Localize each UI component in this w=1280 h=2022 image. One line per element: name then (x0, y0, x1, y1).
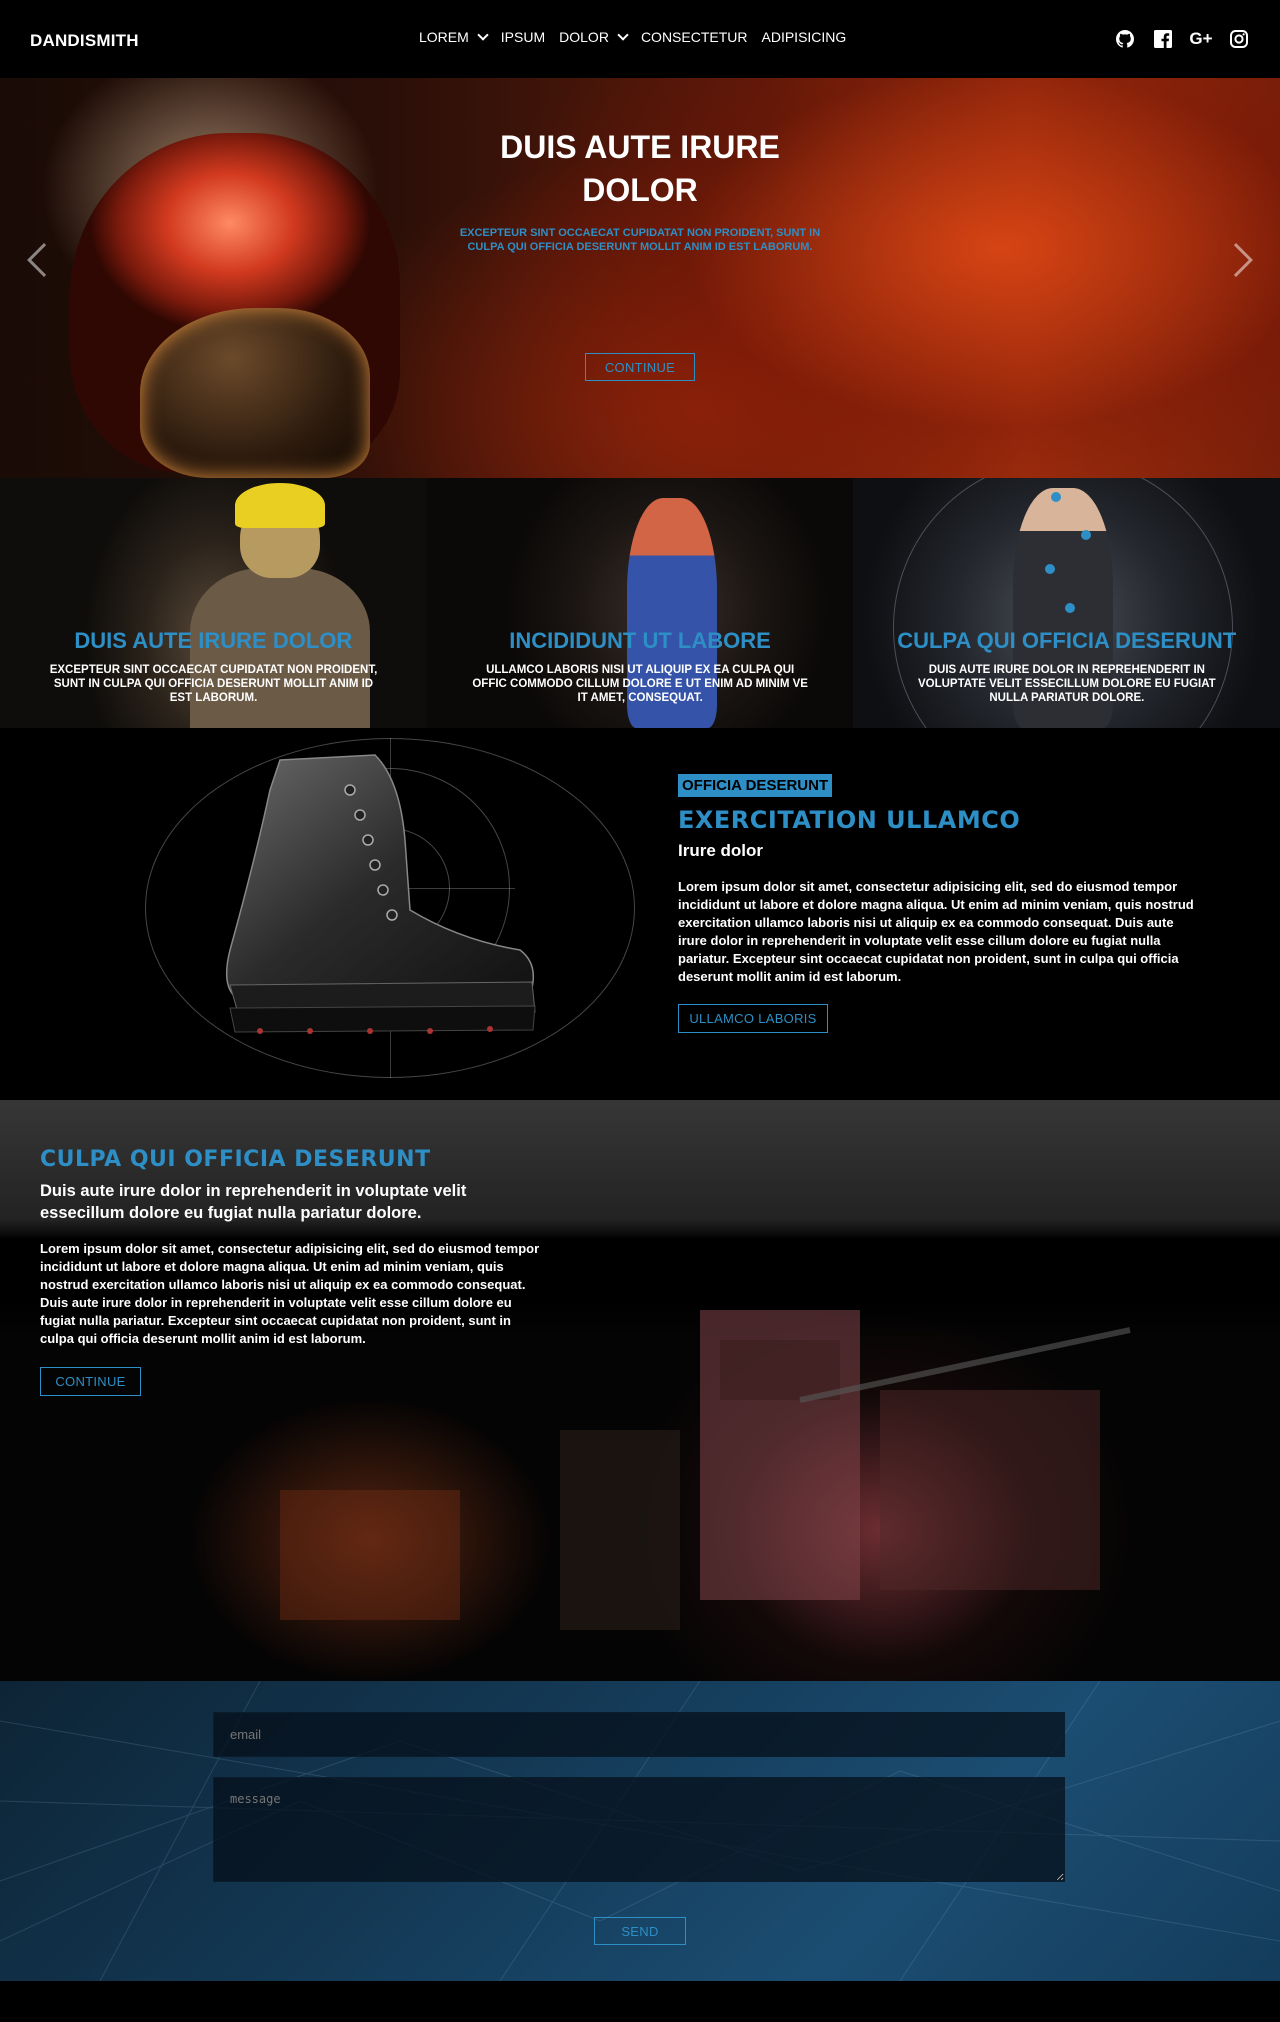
github-icon[interactable] (1114, 28, 1136, 50)
chevron-down-icon (617, 29, 629, 41)
nav-item-adipisicing[interactable]: ADIPISICING (762, 29, 847, 45)
panel-text: EXCEPTEUR SINT OCCAECAT CUPIDATAT NON PR… (49, 664, 378, 704)
panel-title: INCIDIDUNT UT LABORE (509, 628, 771, 653)
nav-item-lorem[interactable]: LOREM (419, 29, 489, 45)
hero-subtitle: EXCEPTEUR SINT OCCAECAT CUPIDATAT NON PR… (459, 227, 821, 253)
product-description: Lorem ipsum dolor sit amet, consectetur … (678, 879, 1194, 984)
hard-hat-image (235, 483, 325, 528)
feature-panels: DUIS AUTE IRURE DOLOR EXCEPTEUR SINT OCC… (0, 478, 1280, 728)
hero-title: DUIS AUTE IRURE DOLOR (500, 129, 780, 208)
main-menu: LOREM IPSUM DOLOR CONSECTETUR ADIPISICIN… (419, 29, 846, 45)
navbar: DANDISMITH LOREM IPSUM DOLOR CONSECTETUR… (0, 0, 1280, 78)
brand-logo[interactable]: DANDISMITH (30, 31, 139, 51)
instagram-icon[interactable] (1228, 28, 1250, 50)
safety-boot-image (225, 754, 536, 1034)
footer (0, 1981, 1280, 2022)
nav-item-label: CONSECTETUR (640, 29, 748, 45)
nav-item-label: ADIPISICING (761, 29, 847, 45)
feature-title: CULPA QUI OFFICIA DESERUNT (40, 1147, 431, 1172)
panel-1[interactable]: DUIS AUTE IRURE DOLOR EXCEPTEUR SINT OCC… (0, 478, 427, 728)
product-subtitle: Irure dolor (678, 841, 764, 860)
panel-text: DUIS AUTE IRURE DOLOR IN REPREHENDERIT I… (917, 664, 1216, 704)
product-tag: OFFICIA DESERUNT (678, 774, 833, 797)
panel-text: ULLAMCO LABORIS NISI UT ALIQUIP EX EA CU… (472, 664, 808, 704)
chevron-down-icon (477, 29, 489, 41)
google-plus-glyph: G+ (1189, 29, 1213, 48)
nav-item-label: IPSUM (500, 29, 546, 45)
google-plus-icon[interactable]: G+ (1189, 28, 1213, 50)
feature-subtitle: Duis aute irure dolor in reprehenderit i… (40, 1182, 467, 1222)
nav-item-consectetur[interactable]: CONSECTETUR (641, 29, 748, 45)
panel-3[interactable]: CULPA QUI OFFICIA DESERUNT DUIS AUTE IRU… (853, 478, 1280, 728)
product-title: EXERCITATION ULLAMCO (678, 806, 1021, 834)
nav-item-ipsum[interactable]: IPSUM (501, 29, 545, 45)
boot-visual (145, 738, 635, 1078)
carousel-prev-arrow-icon[interactable] (27, 243, 61, 277)
feature-description: Lorem ipsum dolor sit amet, consectetur … (40, 1241, 540, 1346)
hero-continue-button[interactable]: CONTINUE (585, 353, 695, 381)
panel-title: CULPA QUI OFFICIA DESERUNT (897, 628, 1237, 653)
email-field[interactable] (213, 1712, 1065, 1757)
social-links: G+ (1114, 28, 1250, 50)
message-field[interactable] (213, 1777, 1065, 1882)
feature-continue-button[interactable]: CONTINUE (40, 1367, 141, 1396)
send-button[interactable]: SEND (594, 1917, 686, 1945)
ullamco-laboris-button[interactable]: ULLAMCO LABORIS (678, 1004, 828, 1033)
visor-image (140, 308, 370, 478)
nav-item-label: LOREM (419, 29, 469, 45)
facebook-icon[interactable] (1152, 28, 1174, 50)
panel-2[interactable]: INCIDIDUNT UT LABORE ULLAMCO LABORIS NIS… (426, 478, 854, 728)
carousel-next-arrow-icon[interactable] (1219, 243, 1253, 277)
nav-item-dolor[interactable]: DOLOR (559, 29, 629, 45)
nav-item-label: DOLOR (559, 29, 609, 45)
panel-title: DUIS AUTE IRURE DOLOR (74, 628, 353, 653)
